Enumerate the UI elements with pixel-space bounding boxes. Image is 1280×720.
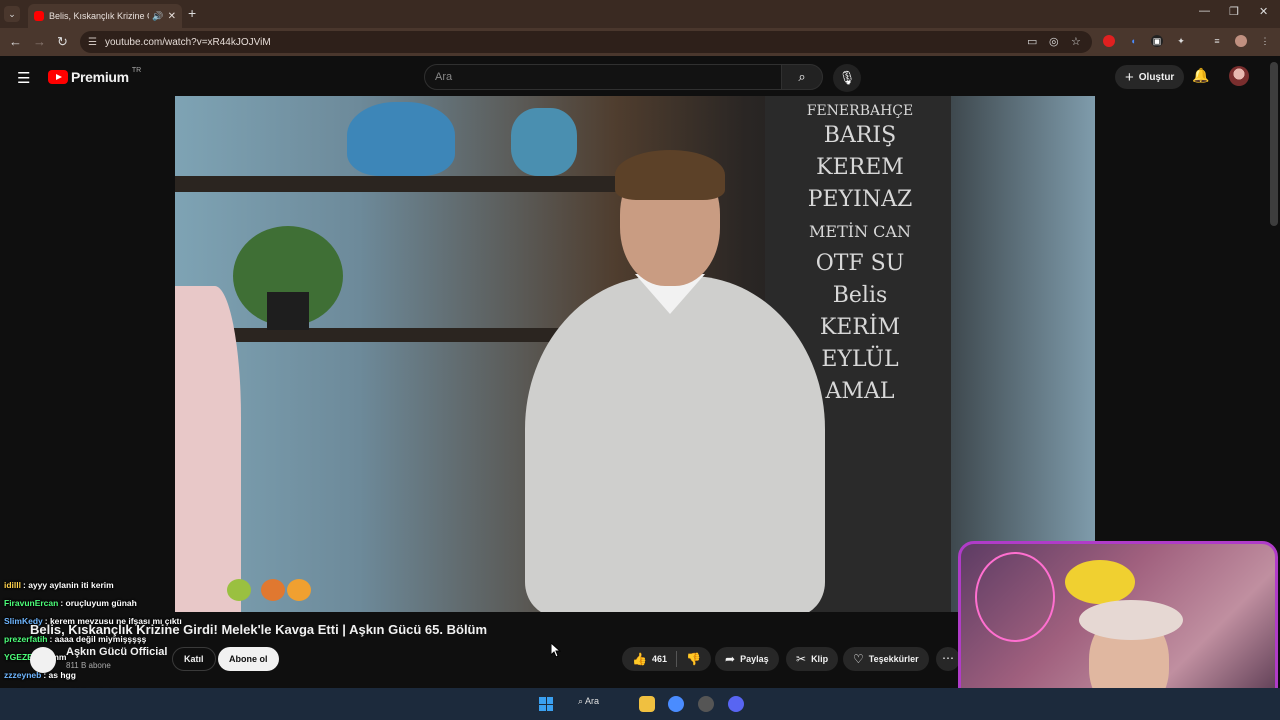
create-label: Oluştur (1138, 71, 1175, 83)
share-label: Paylaş (740, 654, 769, 664)
board-line: BARIŞ (823, 123, 897, 148)
profile-avatar-icon[interactable] (1235, 35, 1247, 47)
windows-taskbar: ⌕ Ara (0, 688, 1280, 720)
apple (227, 579, 251, 601)
clip-button[interactable]: ✂ Klip (786, 647, 839, 671)
forward-icon[interactable]: → (33, 34, 46, 49)
close-window-icon[interactable]: ✕ (1259, 5, 1268, 18)
page-scrollbar[interactable] (1270, 62, 1278, 226)
omnibox[interactable]: ☰ youtube.com/watch?v=xR44kJOJViM (80, 31, 1092, 53)
hamburger-menu-icon[interactable]: ☰ (17, 69, 30, 87)
channel-avatar[interactable] (30, 647, 56, 673)
install-app-icon[interactable]: ▭ (1027, 35, 1037, 48)
peach (261, 579, 285, 601)
extension-red-icon[interactable] (1103, 35, 1115, 47)
speaker-icon[interactable]: 🔊 (152, 11, 163, 22)
tab-search-icon[interactable]: ⌄ (4, 6, 20, 22)
chat-username: idilll (4, 580, 21, 590)
thanks-heart-icon: ♡ (853, 652, 864, 666)
video-player[interactable]: FENERBAHÇE BARIŞ KEREM PEYINAZ METİN CAN… (175, 96, 1095, 612)
reload-icon[interactable]: ↻ (57, 34, 68, 50)
browser-tab[interactable]: Belis, Kıskançlık Krizine Girdi 🔊 ✕ (28, 4, 182, 28)
share-button[interactable]: ➦ Paylaş (715, 647, 779, 671)
file-explorer-icon[interactable] (639, 696, 655, 712)
subscriber-count: 811 B abone (66, 661, 111, 670)
youtube-play-logo-icon (48, 70, 68, 84)
browser-tab-bar: ⌄ Belis, Kıskançlık Krizine Girdi 🔊 ✕ + … (0, 0, 1280, 28)
share-arrow-icon: ➦ (725, 652, 736, 666)
board-line: FENERBAHÇE (806, 103, 914, 119)
reading-list-icon[interactable]: ≡ (1211, 35, 1223, 47)
youtube-header: ☰ Premium TR Ara ⌕ 🎙 + Oluştur 🔔 (0, 56, 1280, 96)
channel-name[interactable]: Aşkın Gücü Official (66, 646, 167, 658)
country-code: TR (131, 66, 142, 74)
thumbs-down-icon[interactable]: 👎 (686, 652, 701, 666)
chat-text: : oruçluyum günah (60, 598, 137, 608)
voice-search-button[interactable]: 🎙 (833, 64, 861, 92)
create-button[interactable]: + Oluştur (1115, 65, 1185, 89)
like-count[interactable]: 461 (652, 654, 667, 664)
logo-wordmark: Premium (71, 69, 129, 85)
youtube-premium-logo[interactable]: Premium TR (48, 66, 142, 85)
headphones (1079, 600, 1183, 640)
peach (287, 579, 311, 601)
seated-man (505, 150, 835, 612)
search-input[interactable]: Ara (424, 64, 782, 90)
search-icon: ⌕ (798, 69, 806, 84)
url-text: youtube.com/watch?v=xR44kJOJViM (104, 36, 271, 48)
microphone-icon: 🎙 (838, 70, 856, 85)
chat-message: FiravunErcan: oruçluyum günah (4, 594, 204, 612)
eye-off-icon[interactable]: ◎ (1049, 35, 1059, 48)
scissors-icon: ✂ (796, 652, 807, 666)
chat-text: : ayyy aylanin iti kerim (23, 580, 114, 590)
thanks-label: Teşekkürler (868, 654, 919, 664)
obs-icon[interactable] (698, 696, 714, 712)
video-title: Belis, Kıskançlık Krizine Girdi! Melek'l… (30, 622, 488, 637)
new-tab-icon[interactable]: + (188, 5, 196, 21)
pikachu-plush (1065, 560, 1135, 604)
neon-sign (975, 552, 1055, 642)
chat-message: idilll: ayyy aylanin iti kerim (4, 576, 204, 594)
chrome-icon[interactable] (668, 696, 684, 712)
extension-audio-icon[interactable]: ◖ (1127, 35, 1139, 47)
taskbar-search-label: Ara (585, 696, 600, 706)
thumbs-up-icon[interactable]: 👍 (632, 652, 647, 666)
join-button[interactable]: Katıl (172, 647, 216, 671)
subscribe-button[interactable]: Abone ol (218, 647, 279, 671)
back-icon[interactable]: ← (9, 34, 22, 49)
tab-title: Belis, Kıskançlık Krizine Girdi (49, 11, 149, 21)
search-button[interactable]: ⌕ (781, 64, 823, 90)
plant-pot (267, 292, 309, 330)
site-info-icon[interactable]: ☰ (88, 37, 97, 48)
bookmark-star-icon[interactable]: ☆ (1071, 35, 1081, 48)
account-avatar[interactable] (1229, 66, 1249, 86)
person-left-partial (175, 286, 241, 612)
chat-username: FiravunErcan (4, 598, 59, 608)
sweater (525, 276, 825, 612)
extensions-puzzle-icon[interactable]: ✦ (1175, 35, 1187, 47)
restore-icon[interactable]: ❐ (1229, 5, 1239, 18)
windows-start-icon[interactable] (539, 697, 553, 711)
close-tab-icon[interactable]: ✕ (168, 11, 176, 22)
hair (615, 150, 725, 200)
discord-icon[interactable] (728, 696, 744, 712)
chat-username: zzzeyneb (4, 670, 42, 680)
notifications-bell-icon[interactable]: 🔔 (1192, 67, 1209, 84)
mouse-cursor-icon (550, 641, 562, 662)
more-actions-icon[interactable]: ⋯ (936, 647, 960, 671)
plus-icon: + (1125, 68, 1134, 86)
menu-kebab-icon[interactable]: ⋮ (1259, 35, 1271, 47)
like-dislike-group: 👍 461 👎 (622, 647, 711, 671)
youtube-favicon-icon (34, 11, 44, 21)
extension-shield-icon[interactable]: ▣ (1151, 35, 1163, 47)
divider (675, 651, 677, 667)
taskbar-search[interactable]: ⌕ Ara (578, 696, 599, 707)
clip-label: Klip (811, 654, 829, 664)
blue-vase (347, 102, 455, 176)
minimize-icon[interactable]: — (1199, 5, 1210, 17)
thanks-button[interactable]: ♡ Teşekkürler (843, 647, 929, 671)
address-bar-row: ← → ↻ ☰ youtube.com/watch?v=xR44kJOJViM … (0, 28, 1280, 56)
